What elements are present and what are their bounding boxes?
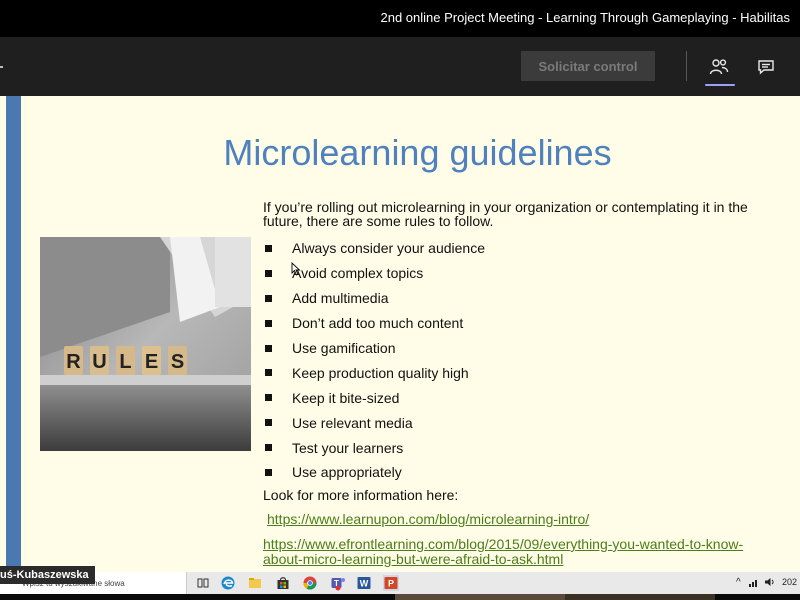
list-item-text: Add multimedia (292, 290, 389, 307)
list-item-text: Always consider your audience (292, 240, 485, 257)
window-title: 2nd online Project Meeting - Learning Th… (380, 10, 791, 25)
list-item: Use appropriately (263, 460, 485, 485)
toolbar-edge-mark (0, 66, 3, 68)
word-icon[interactable]: W (356, 575, 372, 591)
chrome-icon[interactable] (302, 575, 318, 591)
title-bar: 2nd online Project Meeting - Learning Th… (0, 0, 800, 37)
tile-letter: U (92, 351, 106, 373)
rules-photo: R U L E S (40, 237, 251, 451)
list-item: Don’t add too much content (263, 311, 485, 336)
network-icon[interactable] (748, 576, 760, 588)
bullet-square-icon (265, 294, 272, 302)
tile-letter: L (119, 351, 131, 373)
list-item: Keep it bite-sized (263, 385, 485, 410)
bullet-square-icon (265, 319, 272, 327)
file-explorer-icon[interactable] (247, 575, 263, 591)
list-item-text: Keep production quality high (292, 364, 469, 381)
people-icon[interactable] (706, 54, 732, 80)
mouse-cursor-icon (291, 262, 301, 276)
slide-title: Microlearning guidelines (223, 132, 612, 173)
video-thumbnail (565, 594, 715, 600)
list-item: Always consider your audience (263, 236, 485, 261)
meeting-toolbar: Solicitar control (0, 37, 800, 96)
windows-taskbar: Wpisz tu wyszukiwane słowa T W (0, 572, 800, 594)
volume-icon[interactable] (764, 576, 776, 588)
bullet-square-icon (265, 369, 272, 377)
video-thumbnail (395, 594, 565, 600)
slide-accent-bar (6, 96, 21, 572)
request-control-button[interactable]: Solicitar control (521, 51, 655, 81)
toolbar-separator (686, 51, 687, 81)
teams-icon[interactable]: T (330, 575, 346, 591)
list-item: Use relevant media (263, 410, 485, 435)
list-item-text: Use gamification (292, 340, 396, 356)
task-view-icon[interactable] (195, 575, 211, 591)
edge-icon[interactable] (220, 575, 236, 591)
chevron-up-icon[interactable]: ^ (736, 577, 741, 588)
tile-letter: S (171, 351, 184, 373)
list-item-text: Don’t add too much content (292, 315, 464, 332)
list-item-text: Keep it bite-sized (292, 389, 400, 406)
svg-text:W: W (360, 579, 369, 589)
list-item: Keep production quality high (263, 360, 485, 385)
list-item-text: Use relevant media (292, 414, 413, 431)
bullet-square-icon (265, 244, 272, 252)
efrontlearning-link[interactable]: https://www.efrontlearning.com/blog/2015… (263, 537, 773, 566)
powerpoint-icon[interactable]: P (383, 575, 399, 591)
list-item-text: Use appropriately (292, 464, 402, 481)
list-item-text: Test your learners (292, 439, 404, 456)
bullet-square-icon (265, 444, 272, 452)
bullet-square-icon (265, 468, 272, 476)
clock[interactable]: 202 (782, 577, 797, 587)
svg-text:P: P (388, 579, 394, 589)
tile-letter: R (66, 351, 81, 373)
people-tab-indicator (705, 84, 735, 86)
bullet-square-icon (265, 419, 272, 427)
bullet-square-icon (265, 394, 272, 402)
slide-intro: If you’re rolling out microlearning in y… (263, 199, 748, 229)
more-info-text: Look for more information here: (263, 487, 459, 503)
bullet-square-icon (265, 344, 272, 352)
list-item: Add multimedia (263, 286, 485, 311)
list-item: Test your learners (263, 435, 485, 460)
tile-letter: E (145, 351, 158, 373)
store-icon[interactable] (275, 575, 291, 591)
list-item: Use gamification (263, 336, 485, 361)
chat-icon[interactable] (753, 54, 779, 80)
learnupon-link[interactable]: https://www.learnupon.com/blog/microlear… (267, 511, 589, 527)
participant-name-tag: uś-Kubaszewska (0, 566, 95, 584)
bottom-video-strip (0, 594, 800, 600)
list-item-text: Avoid complex topics (292, 265, 424, 282)
shared-slide: Microlearning guidelines If you’re rolli… (0, 96, 800, 572)
system-tray: ^ 202 (730, 572, 800, 594)
bullet-square-icon (265, 269, 272, 277)
